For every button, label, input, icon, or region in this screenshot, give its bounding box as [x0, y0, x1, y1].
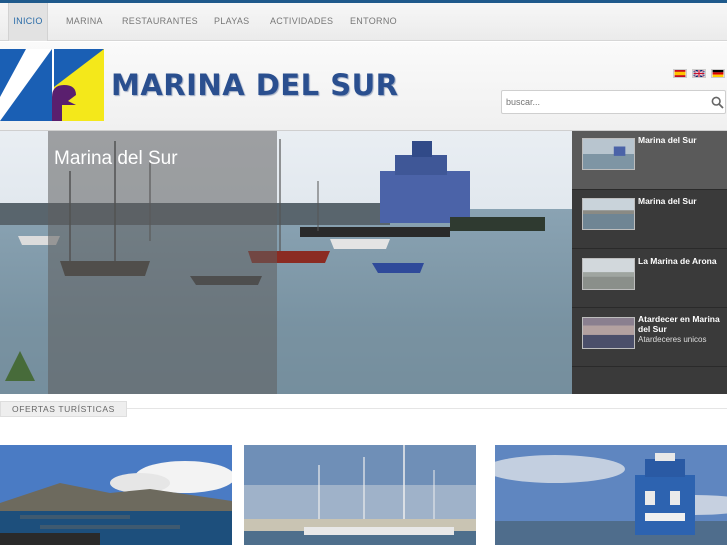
search-icon[interactable] [711, 96, 724, 109]
slide-caption-panel [48, 131, 277, 394]
thumb-image [582, 317, 635, 349]
slider-thumb-4[interactable]: Atardecer en Marina del Sur Atardeceres … [572, 308, 727, 367]
nav-item-restaurantes[interactable]: RESTAURANTES [122, 3, 198, 41]
nav-item-inicio[interactable]: INICIO [8, 3, 48, 41]
marina-logo-icon[interactable] [0, 49, 104, 121]
slider-thumb-1[interactable]: Marina del Sur [572, 131, 727, 190]
slider-thumbnails: Marina del Sur Marina del Sur La Marina … [572, 131, 727, 394]
thumb-title: La Marina de Arona [638, 256, 717, 266]
nav-item-entorno[interactable]: ENTORNO [350, 3, 397, 41]
image-slider: Marina del Sur Marina del Sur Marina del… [0, 130, 727, 394]
nav-item-marina[interactable]: MARINA [66, 3, 103, 41]
search-box [501, 90, 726, 114]
offer-image-marina[interactable] [0, 445, 232, 545]
nav-item-playas[interactable]: PLAYAS [214, 3, 249, 41]
thumb-title: Atardecer en Marina del Sur [638, 314, 720, 334]
nav-item-actividades[interactable]: ACTIVIDADES [270, 3, 333, 41]
uk-flag-icon[interactable] [692, 69, 706, 78]
spanish-flag-icon[interactable] [673, 69, 687, 78]
slide-caption-title: Marina del Sur [54, 148, 178, 169]
thumb-image [582, 198, 635, 230]
offer-image-harbor[interactable] [244, 445, 476, 545]
german-flag-icon[interactable] [711, 69, 725, 78]
thumb-image [582, 138, 635, 170]
thumb-image [582, 258, 635, 290]
slider-thumb-3[interactable]: La Marina de Arona [572, 249, 727, 308]
slider-thumb-2[interactable]: Marina del Sur [572, 190, 727, 249]
language-selector [673, 69, 727, 79]
main-navigation: INICIO MARINA RESTAURANTES PLAYAS ACTIVI… [0, 3, 727, 41]
thumb-subtitle: Atardeceres unicos [638, 335, 707, 344]
section-title-ofertas: OFERTAS TURÍSTICAS [0, 401, 127, 417]
site-logo-text[interactable]: MARINA DEL SUR [111, 68, 398, 102]
thumb-title: Marina del Sur [638, 196, 697, 206]
offer-image-castle[interactable] [495, 445, 727, 545]
thumb-title: Marina del Sur [638, 135, 697, 145]
search-input[interactable] [506, 94, 696, 110]
site-header: MARINA DEL SUR [0, 42, 727, 130]
